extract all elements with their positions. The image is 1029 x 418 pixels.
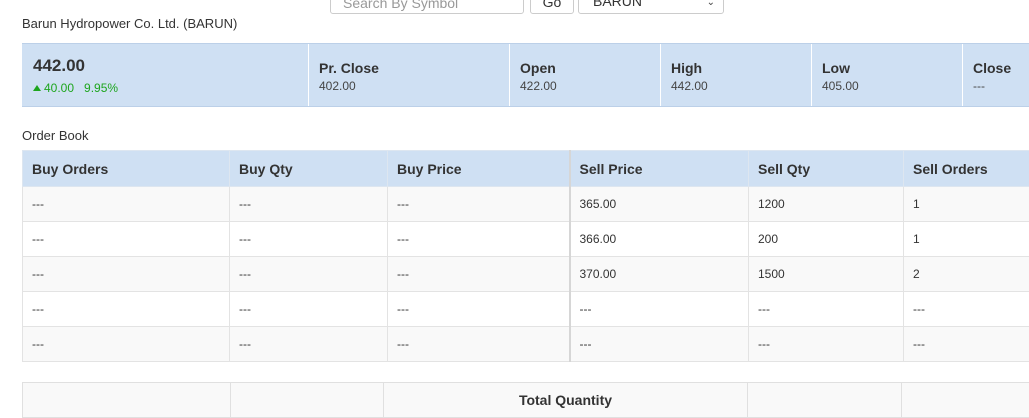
totals-cell (230, 382, 384, 418)
table-cell: --- (22, 221, 230, 257)
table-cell: --- (387, 326, 570, 362)
stat-close: Close --- (962, 44, 1029, 106)
table-cell: --- (387, 256, 570, 292)
stock-detail-page: Search By Symbol Go BARUN ⌄ Barun Hydrop… (0, 0, 1029, 418)
table-cell: --- (229, 221, 388, 257)
ltp-value: 442.00 (33, 56, 85, 75)
totals-cell (747, 382, 902, 418)
totals-cell (901, 382, 1029, 418)
stat-prev-close: Pr. Close 402.00 (308, 44, 509, 106)
table-cell: 1 (903, 186, 1029, 222)
table-cell: --- (229, 291, 388, 327)
order-book-header-row: Buy Orders Buy Qty Buy Price Sell Price … (22, 150, 1029, 187)
stat-value: 442.00 (671, 79, 708, 93)
table-cell: --- (22, 291, 230, 327)
col-header-sell-price[interactable]: Sell Price (568, 150, 749, 187)
table-cell: 2 (903, 256, 1029, 292)
stat-label: High (671, 60, 703, 76)
arrow-up-icon (33, 85, 41, 91)
stat-label: Open (520, 60, 556, 76)
totals-table: Total Quantity (22, 382, 1029, 418)
stat-label: Pr. Close (319, 60, 379, 76)
table-row: --- --- --- --- --- --- (22, 291, 1029, 327)
stat-low: Low 405.00 (811, 44, 962, 106)
stat-label: Close (973, 60, 1012, 76)
stat-label: Low (822, 60, 850, 76)
ltp-cell: 442.00 40.00 9.95% (22, 44, 308, 106)
total-quantity-label: Total Quantity (383, 382, 748, 418)
table-cell: --- (387, 186, 570, 222)
table-cell: --- (568, 291, 749, 327)
table-cell: 366.00 (568, 221, 749, 257)
stat-value: 402.00 (319, 79, 356, 93)
table-cell: 370.00 (568, 256, 749, 292)
table-row: --- --- --- 366.00 200 1 (22, 221, 1029, 257)
go-button[interactable]: Go (530, 0, 574, 14)
table-cell: --- (229, 326, 388, 362)
table-cell: --- (748, 326, 904, 362)
table-cell: 1 (903, 221, 1029, 257)
totals-row: Total Quantity (22, 382, 1029, 418)
change-value: 40.00 (44, 81, 75, 95)
table-cell: --- (387, 291, 570, 327)
totals-cell (22, 382, 231, 418)
search-input[interactable]: Search By Symbol (330, 0, 524, 14)
table-row: --- --- --- 365.00 1200 1 (22, 186, 1029, 222)
col-header-buy-orders[interactable]: Buy Orders (22, 150, 230, 187)
stat-open: Open 422.00 (509, 44, 660, 106)
company-name: Barun Hydropower Co. Ltd. (BARUN) (22, 16, 238, 31)
symbol-select[interactable]: BARUN ⌄ (578, 0, 724, 14)
ltp-change: 40.00 9.95% (33, 81, 118, 95)
table-cell: 1500 (748, 256, 904, 292)
table-cell: --- (22, 256, 230, 292)
chevron-down-icon: ⌄ (706, 0, 715, 8)
col-header-sell-orders[interactable]: Sell Orders (903, 150, 1029, 187)
table-cell: --- (229, 256, 388, 292)
table-cell: --- (903, 291, 1029, 327)
stat-value: 405.00 (822, 79, 859, 93)
table-cell: 200 (748, 221, 904, 257)
table-cell: --- (568, 326, 749, 362)
col-header-sell-qty[interactable]: Sell Qty (748, 150, 904, 187)
table-row: --- --- --- --- --- --- (22, 326, 1029, 362)
table-cell: --- (387, 221, 570, 257)
order-book-table: Buy Orders Buy Qty Buy Price Sell Price … (22, 150, 1029, 362)
table-cell: --- (229, 186, 388, 222)
col-header-buy-qty[interactable]: Buy Qty (229, 150, 388, 187)
symbol-select-value: BARUN (593, 0, 643, 9)
change-percent: 9.95% (84, 81, 119, 95)
table-cell: 1200 (748, 186, 904, 222)
table-cell: --- (903, 326, 1029, 362)
price-summary: 442.00 40.00 9.95% Pr. Close 402.00 Open … (22, 43, 1029, 107)
table-cell: 365.00 (568, 186, 749, 222)
table-row: --- --- --- 370.00 1500 2 (22, 256, 1029, 292)
table-cell: --- (748, 291, 904, 327)
stat-value: --- (973, 79, 985, 93)
order-book-title: Order Book (22, 128, 89, 143)
stat-value: 422.00 (520, 79, 557, 93)
table-cell: --- (22, 186, 230, 222)
table-cell: --- (22, 326, 230, 362)
stat-high: High 442.00 (660, 44, 811, 106)
col-header-buy-price[interactable]: Buy Price (387, 150, 570, 187)
